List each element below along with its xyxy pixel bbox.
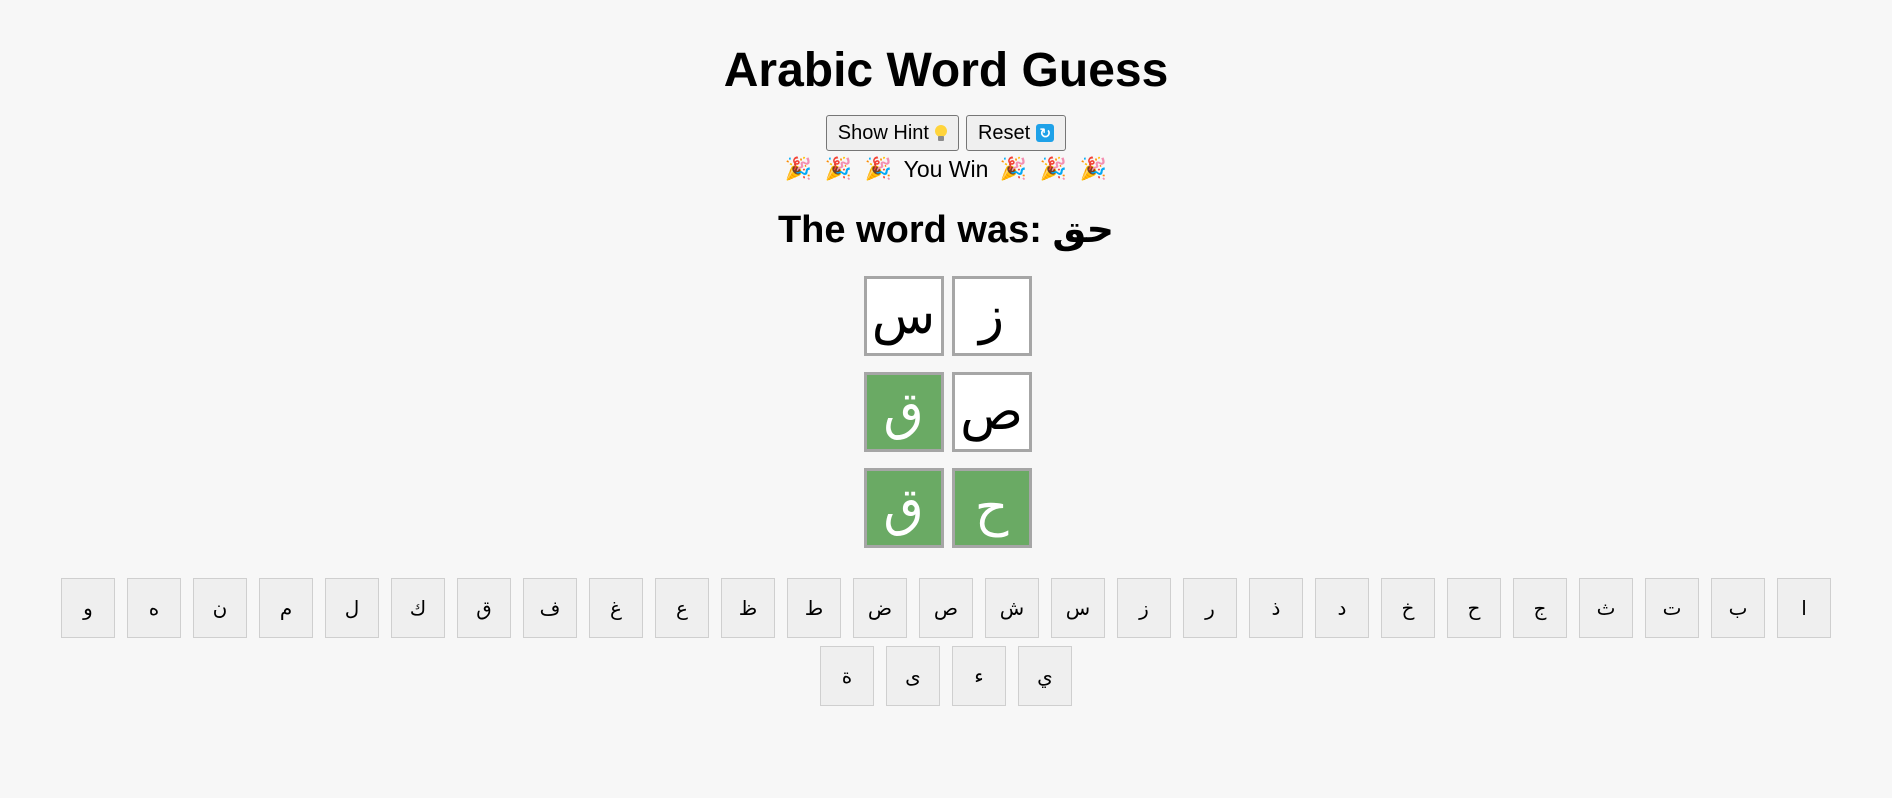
keyboard-key[interactable]: ض	[853, 578, 907, 638]
keyboard-key[interactable]: خ	[1381, 578, 1435, 638]
reset-label: Reset	[977, 121, 1031, 144]
letter-keyboard: ابتثجحخدذرزسشصضطظعغفقكلمنهو يءىة	[0, 578, 1892, 706]
party-popper-icon: 🎉	[784, 156, 813, 181]
controls: Show Hint Reset ↻	[0, 115, 1892, 151]
letter-tile: س	[863, 276, 944, 356]
keyboard-key[interactable]: ف	[523, 578, 577, 638]
answer-reveal: The word was: حق	[777, 209, 1115, 251]
letter-tile: ح	[951, 468, 1032, 548]
keyboard-key[interactable]: ب	[1711, 578, 1765, 638]
refresh-icon: ↻	[1036, 124, 1055, 142]
keyboard-key[interactable]: م	[259, 578, 313, 638]
party-popper-icon: 🎉	[1079, 156, 1108, 181]
keyboard-key[interactable]: ق	[457, 578, 511, 638]
keyboard-key[interactable]: ى	[886, 646, 940, 706]
keyboard-key[interactable]: ز	[1117, 578, 1171, 638]
letter-tile: ق	[863, 468, 944, 548]
keyboard-key[interactable]: ظ	[721, 578, 775, 638]
keyboard-key[interactable]: ء	[952, 646, 1006, 706]
app-root: Arabic Word Guess Show Hint Reset ↻ 🎉 🎉 …	[0, 0, 1892, 798]
party-popper-icon: 🎉	[1039, 156, 1068, 181]
letter-tile: ز	[951, 276, 1032, 356]
show-hint-label: Show Hint	[837, 121, 929, 144]
keyboard-key[interactable]: ح	[1447, 578, 1501, 638]
letter-tile: ق	[863, 372, 944, 452]
keyboard-key[interactable]: ر	[1183, 578, 1237, 638]
keyboard-key[interactable]: ي	[1018, 646, 1072, 706]
keyboard-key[interactable]: غ	[589, 578, 643, 638]
keyboard-key[interactable]: ه	[127, 578, 181, 638]
page-title: Arabic Word Guess	[723, 44, 1169, 97]
keyboard-key[interactable]: ش	[985, 578, 1039, 638]
keyboard-key[interactable]: ج	[1513, 578, 1567, 638]
keyboard-key[interactable]: ك	[391, 578, 445, 638]
keyboard-key[interactable]: س	[1051, 578, 1105, 638]
letter-tile: ص	[951, 372, 1032, 452]
keyboard-key[interactable]: ا	[1777, 578, 1831, 638]
lightbulb-icon	[934, 125, 947, 141]
keyboard-key[interactable]: ع	[655, 578, 709, 638]
party-popper-icon: 🎉	[864, 156, 893, 181]
keyboard-key[interactable]: و	[61, 578, 115, 638]
party-popper-icon: 🎉	[824, 156, 853, 181]
keyboard-key[interactable]: د	[1315, 578, 1369, 638]
show-hint-button[interactable]: Show Hint	[825, 115, 959, 151]
keyboard-key[interactable]: ث	[1579, 578, 1633, 638]
keyboard-key[interactable]: ط	[787, 578, 841, 638]
keyboard-key[interactable]: ذ	[1249, 578, 1303, 638]
win-message: You Win	[903, 156, 989, 182]
guess-board: زسصقحق	[861, 276, 1032, 548]
keyboard-key[interactable]: ن	[193, 578, 247, 638]
keyboard-key[interactable]: ت	[1645, 578, 1699, 638]
party-popper-icon: 🎉	[999, 156, 1028, 181]
keyboard-key[interactable]: ص	[919, 578, 973, 638]
keyboard-key[interactable]: ة	[820, 646, 874, 706]
reset-button[interactable]: Reset ↻	[965, 115, 1067, 151]
win-status: 🎉 🎉 🎉 You Win 🎉 🎉 🎉	[0, 154, 1892, 184]
keyboard-key[interactable]: ل	[325, 578, 379, 638]
